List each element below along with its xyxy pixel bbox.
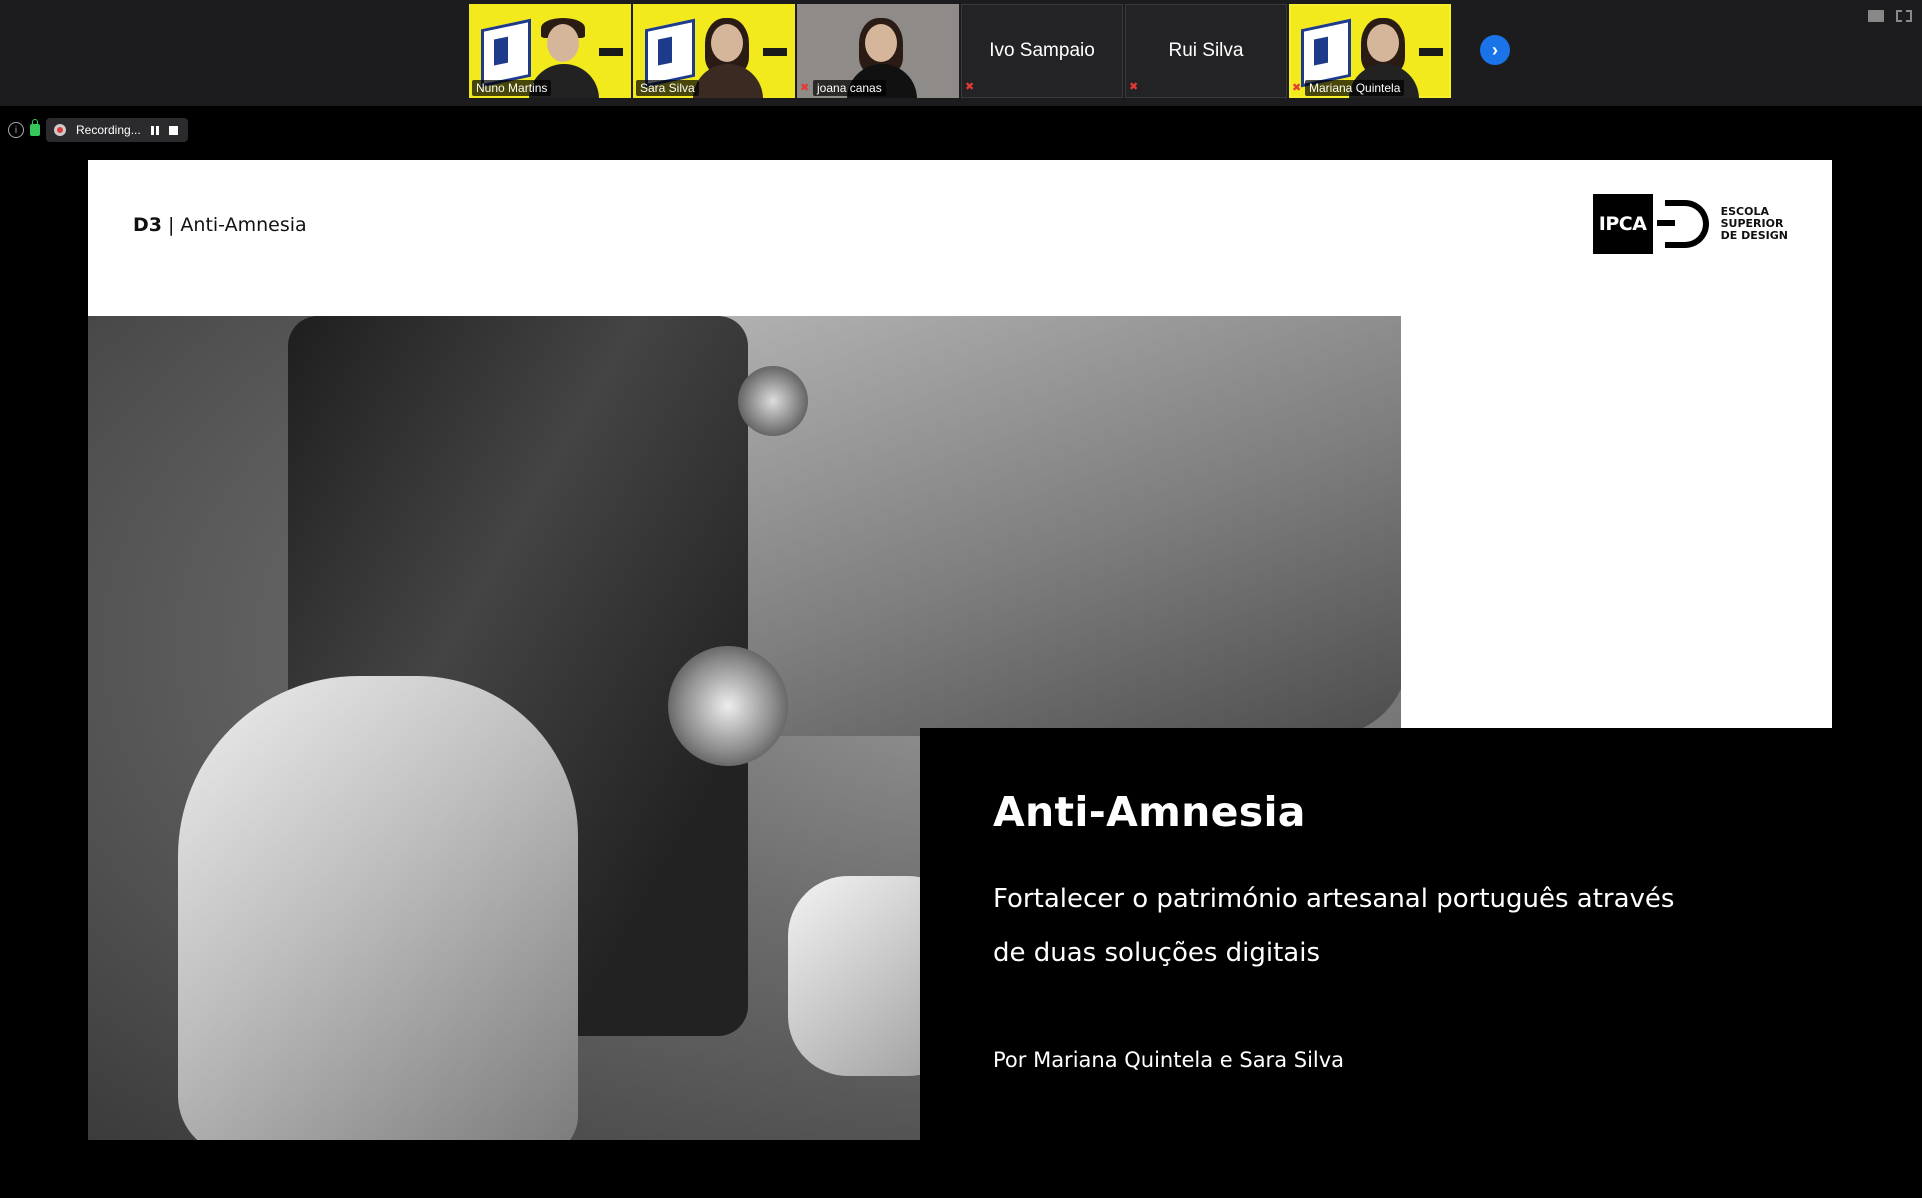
- participant-tile[interactable]: Ivo Sampaio ✖: [961, 4, 1123, 98]
- lock-icon[interactable]: [30, 119, 40, 136]
- design-school-logo-icon: [1656, 200, 1709, 248]
- shared-slide: D3 | Anti-Amnesia IPCA ESCOLA SUPERIOR DE …: [88, 160, 1832, 1140]
- participant-strip: Nuno Martins Sara Silva ✖ joana canas Iv…: [0, 0, 1922, 106]
- mic-muted-icon: ✖: [1129, 81, 1139, 93]
- slide-subtitle: Fortalecer o património artesanal portug…: [993, 884, 1675, 968]
- participant-name: Sara Silva: [636, 80, 699, 96]
- participant-name: Nuno Martins: [472, 80, 552, 96]
- participant-name: joana canas: [813, 80, 886, 96]
- participant-name: Ivo Sampaio: [989, 40, 1095, 61]
- participant-name: Mariana Quintela: [1305, 80, 1405, 96]
- slide-title: Anti-Amnesia: [993, 788, 1306, 836]
- virtual-background-art: [481, 18, 531, 88]
- virtual-background-logo: [763, 48, 787, 56]
- school-branding: IPCA ESCOLA SUPERIOR DE DESIGN: [1592, 194, 1788, 254]
- video-gallery: Nuno Martins Sara Silva ✖ joana canas Iv…: [469, 4, 1451, 98]
- info-icon[interactable]: i: [8, 122, 24, 138]
- record-icon: [54, 124, 66, 136]
- virtual-background-art: [645, 18, 695, 88]
- project-code: D3: [133, 214, 162, 236]
- school-name: ESCOLA SUPERIOR DE DESIGN: [1720, 205, 1788, 242]
- recording-bar: i Recording...: [8, 118, 188, 142]
- layout-icon[interactable]: [1868, 10, 1884, 22]
- virtual-background-logo: [1419, 48, 1443, 56]
- recording-label: Recording...: [76, 123, 141, 137]
- mic-muted-icon: ✖: [800, 82, 810, 94]
- next-page-chevron-icon[interactable]: ›: [1480, 35, 1510, 65]
- virtual-background-art: [1301, 18, 1351, 88]
- project-name: Anti-Amnesia: [180, 214, 307, 236]
- virtual-background-logo: [599, 48, 623, 56]
- title-block: Anti-Amnesia Fortalecer o património art…: [920, 728, 1832, 1140]
- fullscreen-icon[interactable]: [1896, 10, 1912, 22]
- header-separator: |: [168, 214, 175, 236]
- slide-header: D3 | Anti-Amnesia: [133, 214, 307, 236]
- view-controls: [1868, 10, 1912, 22]
- recording-indicator: Recording...: [46, 118, 188, 142]
- participant-tile[interactable]: Sara Silva: [633, 4, 795, 98]
- ipca-logo: IPCA: [1592, 194, 1653, 254]
- participant-tile[interactable]: Nuno Martins: [469, 4, 631, 98]
- stop-icon[interactable]: [168, 125, 178, 135]
- mic-muted-icon: ✖: [965, 81, 975, 93]
- participant-video: [693, 18, 763, 98]
- participant-name: Rui Silva: [1168, 40, 1244, 61]
- mic-muted-icon: ✖: [1292, 82, 1302, 94]
- pause-icon[interactable]: [150, 125, 159, 135]
- slide-authors: Por Mariana Quintela e Sara Silva: [993, 1048, 1345, 1072]
- participant-tile-active-speaker[interactable]: ✖ Mariana Quintela: [1289, 4, 1451, 98]
- participant-tile[interactable]: Rui Silva ✖: [1125, 4, 1287, 98]
- participant-tile[interactable]: ✖ joana canas: [797, 4, 959, 98]
